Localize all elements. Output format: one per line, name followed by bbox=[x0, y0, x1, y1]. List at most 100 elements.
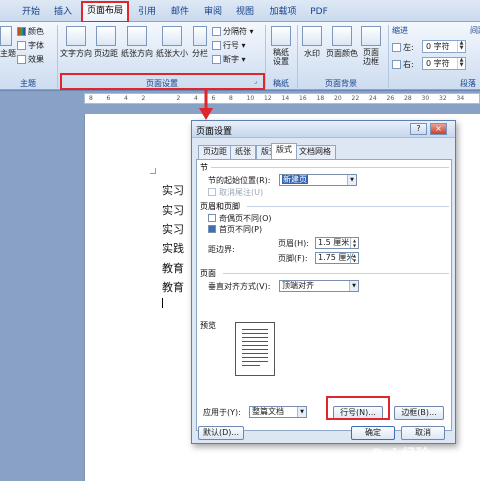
chevron-down-icon[interactable]: ▼ bbox=[297, 407, 306, 417]
ruler-tick-label: 22 bbox=[351, 95, 360, 102]
apply-to-value: 整篇文档 bbox=[252, 407, 284, 416]
page-borders-button[interactable]: 页面边框 bbox=[360, 26, 382, 66]
divider bbox=[223, 273, 449, 274]
columns-icon bbox=[193, 26, 207, 46]
preview-line bbox=[242, 361, 268, 362]
spin-arrows-icon[interactable]: ▲ ▼ bbox=[457, 58, 465, 69]
preview-line bbox=[242, 365, 260, 366]
hyphenation-button[interactable]: 断字 ▾ bbox=[212, 54, 246, 65]
theme-effects-button[interactable]: 效果 bbox=[17, 54, 44, 65]
cancel-endnotes-checkbox[interactable] bbox=[208, 188, 216, 196]
ok-button[interactable]: 确定 bbox=[351, 426, 395, 440]
watermark-button[interactable]: 水印 bbox=[300, 26, 324, 59]
tab-references[interactable]: 引用 bbox=[132, 4, 162, 22]
themes-button[interactable]: 主题 bbox=[0, 26, 16, 59]
ruler-tick-label: 4 bbox=[124, 95, 128, 102]
theme-fonts-button[interactable]: 字体 bbox=[17, 40, 44, 51]
theme-icon bbox=[0, 26, 12, 46]
tab-document-grid[interactable]: 文档网格 bbox=[294, 145, 336, 159]
tab-insert[interactable]: 插入 bbox=[48, 4, 78, 22]
size-button[interactable]: 纸张大小 bbox=[155, 26, 189, 59]
odd-even-label: 奇偶页不同(O) bbox=[219, 214, 272, 223]
header-distance-label: 页眉(H): bbox=[278, 239, 309, 248]
line-numbers-highlight-box bbox=[326, 396, 390, 420]
ruler-tick-label: 28 bbox=[404, 95, 412, 102]
breaks-button[interactable]: 分隔符 ▾ bbox=[212, 26, 254, 37]
document-line[interactable]: 实践 bbox=[162, 240, 190, 256]
tab-home[interactable]: 开始 bbox=[14, 4, 48, 22]
tab-mailings[interactable]: 邮件 bbox=[165, 4, 195, 22]
apply-to-label: 应用于(Y): bbox=[203, 408, 241, 417]
spacing-title: 间距 bbox=[470, 26, 480, 35]
dialog-body: 节 节的起始位置(R): 新建页 ▼ 取消尾注(U) 页眉和页脚 奇偶页不同(O… bbox=[196, 159, 452, 431]
vertical-align-select[interactable]: 顶端对齐 ▼ bbox=[279, 280, 359, 292]
spin-arrows-icon[interactable]: ▲ ▼ bbox=[457, 41, 465, 52]
document-line[interactable]: 教育 bbox=[162, 279, 190, 295]
default-button[interactable]: 默认(D)... bbox=[198, 426, 244, 440]
tab-margins[interactable]: 页边距 bbox=[198, 145, 232, 159]
watermark-label: 水印 bbox=[304, 49, 320, 58]
spin-arrows-icon[interactable]: ▲ ▼ bbox=[350, 238, 358, 248]
document-line[interactable]: 实习 bbox=[162, 221, 190, 237]
tab-highlight-box bbox=[81, 1, 129, 23]
ruler-tick-label: 12 bbox=[264, 95, 272, 102]
red-arrow-icon bbox=[199, 88, 213, 120]
text-cursor bbox=[162, 298, 163, 308]
first-page-checkbox[interactable] bbox=[208, 225, 216, 233]
tab-pdf[interactable]: PDF bbox=[304, 4, 334, 22]
document-line[interactable]: 教育 bbox=[162, 260, 190, 276]
ruler-tick-label: 14 bbox=[281, 95, 290, 102]
ruler-tick-label: 6 bbox=[106, 95, 111, 102]
ruler-tick-label: 20 bbox=[334, 95, 342, 102]
tab-paper[interactable]: 纸张 bbox=[230, 145, 256, 159]
header-distance-field[interactable]: 1.5 厘米 ▲ ▼ bbox=[315, 237, 359, 249]
watermark-text: Bai 经验 bbox=[372, 447, 430, 463]
apply-to-select[interactable]: 整篇文档 ▼ bbox=[249, 406, 307, 418]
vertical-align-value: 顶端对齐 bbox=[282, 281, 314, 290]
document-line[interactable]: 实习 bbox=[162, 202, 190, 218]
theme-colors-button[interactable]: 颜色 bbox=[17, 26, 44, 37]
borders-button[interactable]: 边框(B)... bbox=[394, 406, 444, 420]
tab-add-ins[interactable]: 加载项 bbox=[264, 4, 302, 22]
section-start-select[interactable]: 新建页 ▼ bbox=[279, 174, 357, 186]
ruler-tick-label: 2 bbox=[141, 95, 146, 102]
cancel-button[interactable]: 取消 bbox=[401, 426, 445, 440]
colors-icon bbox=[17, 27, 26, 36]
draft-settings-button[interactable]: 稿纸设置 bbox=[268, 26, 294, 66]
orientation-button[interactable]: 纸张方向 bbox=[120, 26, 154, 59]
columns-button[interactable]: 分栏 bbox=[190, 26, 210, 59]
theme-group-label: 主题 bbox=[20, 79, 36, 88]
line-numbers-ribbon-button[interactable]: 行号 ▾ bbox=[212, 40, 246, 51]
page-color-button[interactable]: 页面颜色 bbox=[325, 26, 359, 59]
chevron-down-icon[interactable]: ▼ bbox=[347, 175, 356, 185]
theme-colors-label: 颜色 bbox=[28, 27, 44, 36]
first-page-label: 首页不同(P) bbox=[219, 225, 263, 234]
document-line[interactable]: 实习 bbox=[162, 182, 190, 198]
tab-layout[interactable]: 版式 bbox=[271, 143, 297, 160]
tab-view[interactable]: 视图 bbox=[230, 4, 260, 22]
margins-label: 页边距 bbox=[94, 49, 118, 58]
preview-line bbox=[242, 357, 268, 358]
text-direction-button[interactable]: 文字方向 bbox=[60, 26, 92, 59]
indent-right-icon bbox=[392, 60, 401, 69]
horizontal-ruler[interactable]: 8 6 4 2 2 4 6 8 10 12 14 16 18 20 22 24 26 28 30 32 34 bbox=[84, 93, 480, 104]
from-edge-label: 距边界: bbox=[208, 245, 235, 254]
orientation-icon bbox=[127, 26, 147, 46]
margins-button[interactable]: 页边距 bbox=[93, 26, 119, 59]
dialog-title-bar[interactable]: 页面设置 ? × bbox=[192, 121, 455, 138]
spin-arrows-icon[interactable]: ▲ ▼ bbox=[350, 253, 358, 263]
indent-left-field[interactable]: 0 字符 ▲ ▼ bbox=[422, 40, 466, 53]
preview-line bbox=[242, 353, 268, 354]
footer-distance-label: 页脚(F): bbox=[278, 254, 308, 263]
footer-distance-field[interactable]: 1.75 厘米 ▲ ▼ bbox=[315, 252, 359, 264]
background-group-label: 页面背景 bbox=[325, 79, 357, 88]
preview-line bbox=[242, 349, 268, 350]
help-button[interactable]: ? bbox=[410, 123, 427, 135]
draft-settings-label: 稿纸设置 bbox=[273, 48, 289, 66]
chevron-down-icon[interactable]: ▼ bbox=[349, 281, 358, 291]
tab-review[interactable]: 审阅 bbox=[198, 4, 228, 22]
indent-right-field[interactable]: 0 字符 ▲ ▼ bbox=[422, 57, 466, 70]
preview-line bbox=[242, 345, 268, 346]
odd-even-checkbox[interactable] bbox=[208, 214, 216, 222]
close-button[interactable]: × bbox=[430, 123, 447, 135]
